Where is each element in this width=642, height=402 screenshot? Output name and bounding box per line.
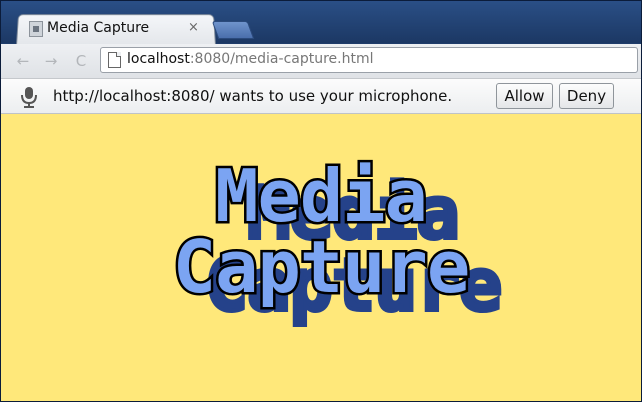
tab-strip: Media Capture × [1,1,641,47]
reload-button[interactable]: C [71,51,91,71]
microphone-icon [21,87,37,108]
url-text[interactable]: localhost:8080/media-capture.html [127,49,374,69]
toolbar: ← → C localhost:8080/media-capture.html [1,44,641,79]
back-button[interactable]: ← [13,51,33,71]
page-favicon-icon [29,21,43,37]
address-bar[interactable]: localhost:8080/media-capture.html [100,47,638,73]
url-host: localhost [127,51,190,67]
tab-title: Media Capture [47,20,150,36]
page-icon [108,52,121,68]
browser-window: Media Capture × ← → C localhost:8080/med… [0,0,642,402]
new-tab-button[interactable] [211,21,255,39]
deny-button[interactable]: Deny [559,83,614,109]
tab-content: Media Capture × [25,17,205,41]
permission-infobar: http://localhost:8080/ wants to use your… [1,79,641,114]
infobar-message: http://localhost:8080/ wants to use your… [53,87,453,105]
tab-close-icon[interactable]: × [188,19,199,37]
hero-heading: Media Capture Media Capture [170,152,504,330]
forward-button[interactable]: → [41,51,61,71]
url-path: :8080/media-capture.html [189,51,374,67]
heading-line2: Capture [173,225,469,309]
allow-button[interactable]: Allow [496,83,553,109]
page-content: Media Capture Media Capture [1,114,641,401]
